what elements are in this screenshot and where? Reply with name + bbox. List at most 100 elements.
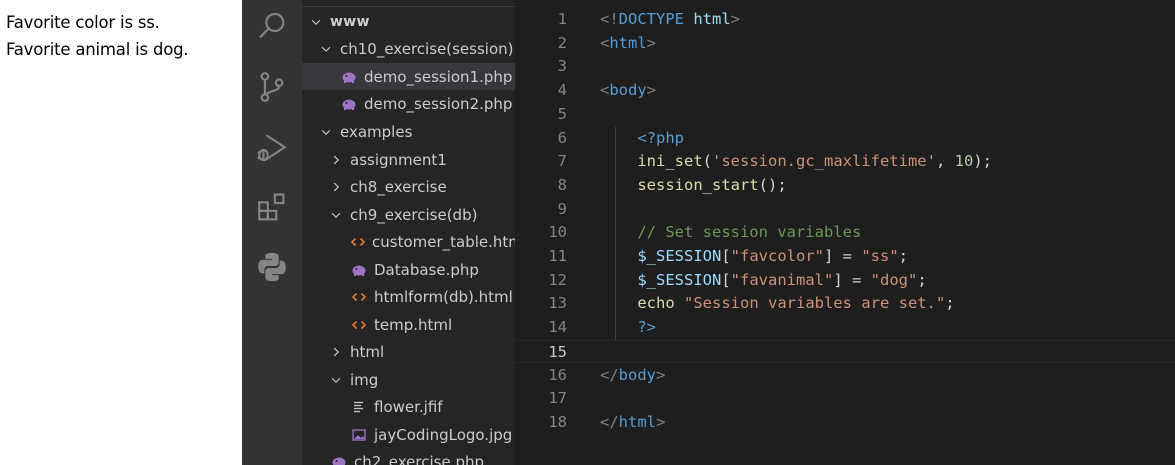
explorer-folder[interactable]: examples — [302, 118, 515, 145]
explorer-item-label: htmlform(db).html — [374, 287, 513, 306]
code-line[interactable]: 18 </html> — [515, 411, 1175, 435]
line-number: 13 — [548, 294, 567, 313]
line-number: 16 — [548, 365, 567, 384]
explorer-item-label: examples — [340, 122, 413, 141]
code-text: <?php — [637, 128, 684, 147]
explorer-file[interactable]: temp.html — [302, 311, 515, 338]
explorer-file[interactable]: jayCodingLogo.jpg — [302, 421, 515, 448]
line-number: 6 — [557, 128, 567, 147]
explorer-folder[interactable]: assignment1 — [302, 146, 515, 173]
code-line[interactable]: 9 — [515, 198, 1175, 222]
code-line[interactable]: 4 <body> — [515, 79, 1175, 103]
php-file-icon — [340, 96, 358, 112]
php-file-icon — [350, 262, 368, 278]
code-text: $_SESSION["favcolor"] = "ss"; — [637, 247, 908, 265]
code-text: // Set session variables — [637, 223, 862, 242]
explorer-file[interactable]: ch2_exercise.php — [302, 448, 515, 465]
line-number: 7 — [557, 152, 567, 171]
code-text: </html> — [600, 412, 666, 431]
activity-bar — [242, 0, 302, 465]
explorer-item-label: customer_table.html — [372, 232, 515, 251]
line-number: 5 — [557, 104, 567, 123]
explorer-file[interactable]: demo_session1.php — [302, 63, 515, 90]
code-text: ini_set('session.gc_maxlifetime', 10); — [637, 152, 992, 171]
extensions-icon[interactable] — [252, 188, 292, 228]
code-text: echo "Session variables are set."; — [637, 294, 955, 313]
explorer-item-label: html — [350, 342, 385, 361]
chevron-down-icon — [308, 14, 324, 30]
line-number: 14 — [548, 318, 567, 337]
explorer-folder[interactable]: img — [302, 366, 515, 393]
explorer-folder[interactable]: ch10_exercise(session) — [302, 35, 515, 62]
source-control-icon[interactable] — [252, 67, 292, 107]
code-line[interactable]: 17 — [515, 387, 1175, 411]
explorer-item-label: www — [330, 13, 370, 30]
explorer-file[interactable]: flower.jfif — [302, 393, 515, 420]
editor-tab-strip — [515, 0, 1175, 6]
line-number: 8 — [557, 175, 567, 194]
chevron-right-icon — [328, 344, 344, 360]
run-debug-icon[interactable] — [252, 128, 292, 168]
search-icon[interactable] — [252, 6, 292, 46]
code-text: <html> — [600, 33, 657, 52]
explorer-folder[interactable]: ch9_exercise(db) — [302, 201, 515, 228]
code-editor[interactable]: 1 <!DOCTYPE html> 2 <html> 3 4 <body> 5 6 <?php 7… — [515, 0, 1175, 465]
line-number: 11 — [548, 247, 567, 265]
output-line-animal: Favorite animal is dog. — [6, 40, 189, 59]
explorer-item-label: demo_session2.php — [364, 94, 513, 113]
code-line[interactable]: 10 // Set session variables — [515, 221, 1175, 245]
explorer-item-label: Database.php — [374, 260, 479, 279]
code-text: session_start(); — [637, 175, 787, 194]
image-file-icon — [350, 427, 368, 443]
code-line[interactable]: 2 <html> — [515, 32, 1175, 56]
code-line[interactable]: 1 <!DOCTYPE html> — [515, 8, 1175, 32]
browser-output-pane: Favorite color is ss. Favorite animal is… — [0, 0, 242, 465]
php-file-icon — [330, 454, 348, 465]
chevron-down-icon — [328, 207, 344, 223]
explorer-folder[interactable]: ch8_exercise — [302, 173, 515, 200]
explorer-file[interactable]: htmlform(db).html — [302, 283, 515, 310]
code-line[interactable]: 16 </body> — [515, 364, 1175, 388]
explorer-folder[interactable]: html — [302, 338, 515, 365]
text-file-icon — [350, 399, 368, 415]
code-text: ?> — [637, 318, 656, 337]
explorer-sidebar: www ch10_exercise(session) demo_session1.p… — [302, 0, 515, 465]
explorer-file[interactable]: customer_table.html — [302, 228, 515, 255]
line-number: 3 — [557, 57, 567, 76]
code-line[interactable]: 11 $_SESSION["favcolor"] = "ss"; — [515, 245, 1175, 269]
code-line[interactable]: 13 echo "Session variables are set."; — [515, 292, 1175, 316]
chevron-down-icon — [328, 372, 344, 388]
explorer-file[interactable]: Database.php — [302, 256, 515, 283]
chevron-down-icon — [318, 41, 334, 57]
python-icon[interactable] — [252, 247, 292, 287]
code-line[interactable]: 8 session_start(); — [515, 174, 1175, 198]
code-text: $_SESSION["favanimal"] = "dog"; — [637, 270, 927, 289]
explorer-folder[interactable]: www — [302, 8, 515, 35]
explorer-item-label: temp.html — [374, 315, 453, 334]
explorer-file[interactable]: demo_session2.php — [302, 90, 515, 117]
code-line[interactable]: 15 — [515, 339, 1175, 364]
code-line[interactable]: 12 $_SESSION["favanimal"] = "dog"; — [515, 269, 1175, 293]
explorer-item-label: flower.jfif — [374, 397, 443, 416]
line-number: 15 — [548, 342, 567, 361]
line-number: 4 — [557, 81, 567, 100]
explorer-item-label: jayCodingLogo.jpg — [374, 425, 513, 444]
explorer-item-label: assignment1 — [350, 150, 447, 169]
code-line[interactable]: 3 — [515, 55, 1175, 79]
code-line[interactable]: 6 <?php — [515, 127, 1175, 151]
explorer-header-strip — [302, 0, 515, 7]
html-file-icon — [350, 317, 368, 333]
explorer-item-label: ch10_exercise(session) — [340, 39, 514, 58]
line-number: 10 — [548, 223, 567, 242]
code-text: <body> — [600, 81, 657, 100]
html-file-icon — [350, 289, 368, 305]
code-line[interactable]: 7 ini_set('session.gc_maxlifetime', 10); — [515, 150, 1175, 174]
chevron-down-icon — [318, 124, 334, 140]
output-line-color: Favorite color is ss. — [6, 13, 160, 32]
explorer-item-label: demo_session1.php — [364, 67, 513, 86]
code-line[interactable]: 5 — [515, 103, 1175, 127]
line-number: 18 — [548, 412, 567, 431]
code-line[interactable]: 14 ?> — [515, 316, 1175, 340]
html-file-icon — [350, 234, 366, 250]
chevron-right-icon — [328, 152, 344, 168]
